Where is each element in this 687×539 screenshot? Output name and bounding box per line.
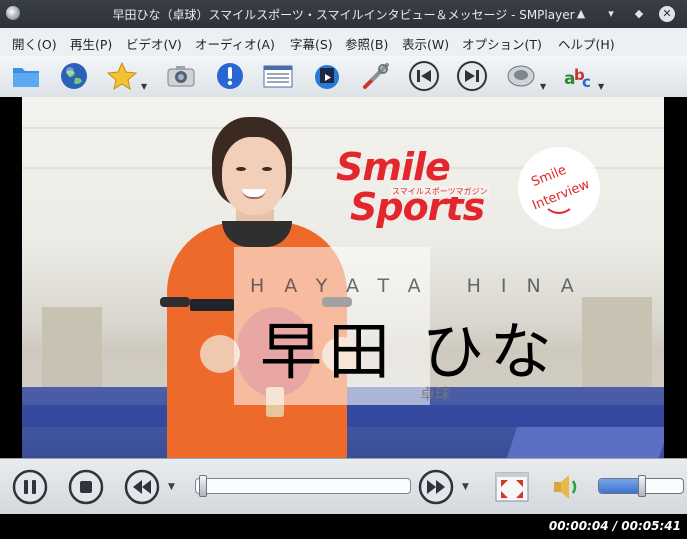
subtitles-dropdown-arrow-icon[interactable]: ▼ [598, 82, 604, 91]
time-display: 00:00:04 / 00:05:41 [548, 519, 681, 533]
name-japanese: 早田 ひな [260, 315, 558, 388]
menu-browse[interactable]: 参照(B) [345, 34, 388, 53]
audio-dropdown-arrow-icon[interactable]: ▼ [540, 82, 546, 91]
audio-settings-button[interactable] [505, 60, 537, 92]
maximize-button[interactable]: ◆ [630, 5, 648, 23]
menu-play[interactable]: 再生(P) [70, 34, 112, 53]
info-icon [217, 63, 243, 89]
main-toolbar: ▼ ▼ a b c ▼ [0, 56, 687, 98]
audio-speaker-icon [507, 65, 535, 87]
title-bar: 早田ひな（卓球）スマイルスポーツ・スマイルインタビュー＆メッセージ - SMPl… [0, 0, 687, 28]
rewind-dropdown-arrow-icon[interactable]: ▼ [168, 482, 175, 492]
close-button[interactable]: ✕ [659, 6, 675, 22]
status-bar: 00:00:04 / 00:05:41 [0, 514, 687, 539]
menu-bar: 開く(O) 再生(P) ビデオ(V) オーディオ(A) 字幕(S) 参照(B) … [0, 28, 687, 57]
playlist-icon [263, 65, 293, 88]
sport-label: 卓球 [420, 385, 451, 403]
video-frame: HAYATA HINA 早田 ひな 卓球 Smile Sports スマイルスポ… [22, 97, 664, 458]
video-area[interactable]: HAYATA HINA 早田 ひな 卓球 Smile Sports スマイルスポ… [0, 97, 687, 458]
menu-open[interactable]: 開く(O) [12, 34, 57, 53]
globe-icon [61, 63, 87, 89]
info-button[interactable] [214, 60, 246, 92]
mute-button[interactable] [548, 469, 584, 505]
volume-level [599, 479, 642, 493]
forward-dropdown-arrow-icon[interactable]: ▼ [462, 482, 469, 492]
pause-button[interactable] [12, 469, 48, 505]
menu-subtitles[interactable]: 字幕(S) [290, 34, 333, 53]
playlist-button[interactable] [262, 60, 294, 92]
forward-button[interactable] [418, 469, 454, 505]
seek-bar[interactable] [195, 478, 411, 494]
next-icon [457, 61, 487, 91]
rewind-icon [124, 469, 160, 505]
video-settings-button[interactable] [311, 60, 343, 92]
menu-view[interactable]: 表示(W) [402, 34, 449, 53]
open-url-button[interactable] [58, 60, 90, 92]
minimize-button[interactable]: ▾ [602, 5, 620, 23]
screenshot-button[interactable] [165, 60, 197, 92]
stop-icon [68, 469, 104, 505]
subtitles-button[interactable]: a b c [562, 60, 594, 92]
menu-video[interactable]: ビデオ(V) [126, 34, 182, 53]
volume-handle[interactable] [637, 475, 646, 497]
open-file-button[interactable] [10, 60, 42, 92]
fullscreen-icon [495, 472, 529, 502]
logo-subtitle: スマイルスポーツマガジン [390, 186, 490, 197]
pause-icon [12, 469, 48, 505]
video-clapper-icon [315, 65, 339, 89]
previous-icon [409, 61, 439, 91]
favorites-star-icon [106, 61, 138, 91]
stop-button[interactable] [68, 469, 104, 505]
jersey-logo [190, 299, 234, 311]
keep-above-button[interactable]: ▲ [572, 5, 590, 23]
previous-button[interactable] [408, 60, 440, 92]
fullscreen-button[interactable] [494, 469, 530, 505]
menu-audio[interactable]: オーディオ(A) [195, 34, 275, 53]
folder-icon [13, 68, 39, 87]
speaker-volume-icon [554, 475, 577, 499]
svg-text:c: c [582, 73, 591, 91]
subtitles-abc-icon: a b c [564, 66, 591, 91]
smile-interview-badge: Smile Interview [518, 147, 600, 229]
fast-forward-icon [418, 469, 454, 505]
menu-help[interactable]: ヘルプ(H) [558, 34, 615, 53]
seek-handle[interactable] [198, 475, 207, 497]
rewind-button[interactable] [124, 469, 160, 505]
favorites-dropdown-arrow-icon[interactable]: ▼ [141, 82, 147, 91]
logo-smile-text: Smile [336, 145, 451, 189]
blue-table [506, 427, 664, 458]
player-face [222, 137, 286, 215]
menu-options[interactable]: オプション(T) [462, 34, 542, 53]
control-bar: ▼ ▼ [0, 458, 687, 515]
preferences-tools-icon [363, 63, 389, 89]
preferences-button[interactable] [360, 60, 392, 92]
screenshot-camera-icon [167, 66, 195, 87]
smplayer-window: 早田ひな（卓球）スマイルスポーツ・スマイルインタビュー＆メッセージ - SMPl… [0, 0, 687, 539]
next-button[interactable] [456, 60, 488, 92]
favorites-button[interactable] [106, 60, 138, 92]
name-romaji: HAYATA HINA [250, 275, 594, 297]
